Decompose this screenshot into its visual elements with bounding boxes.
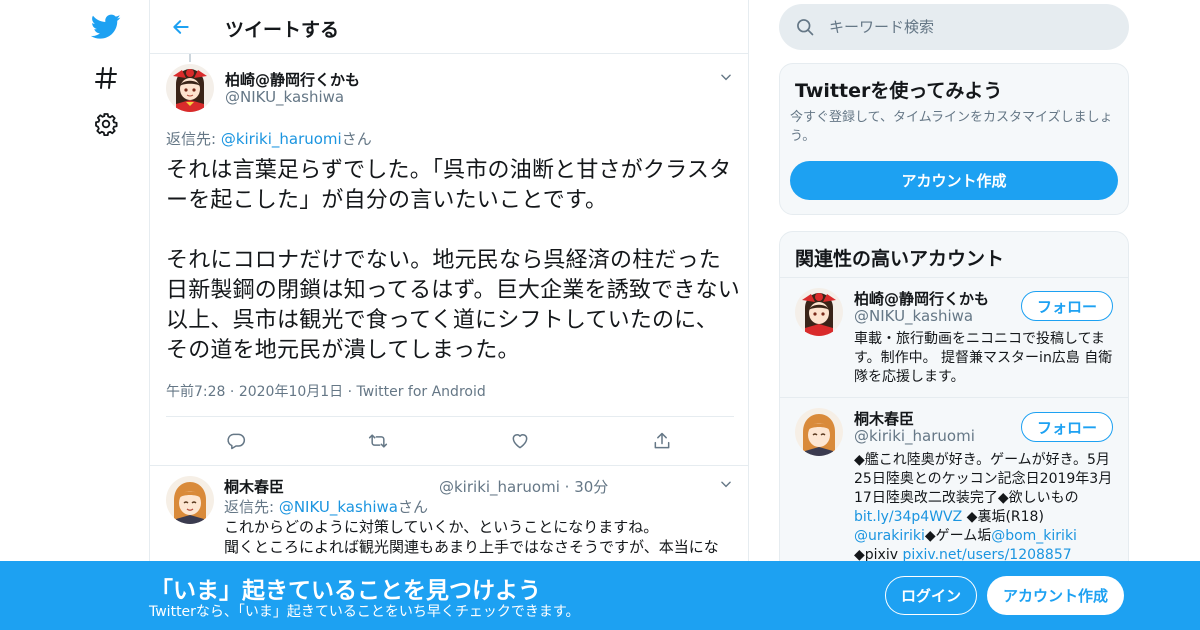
hashtag-icon[interactable] [86, 58, 126, 98]
tweet-author-name[interactable]: 柏崎@静岡行くかも [225, 69, 360, 90]
account-handle[interactable]: @kiriki_haruomi [854, 427, 975, 445]
banner-title: 「いま」起きていることを見つけよう [150, 578, 541, 604]
retweet-button[interactable] [364, 427, 392, 455]
page-header: ツイートする [150, 0, 749, 54]
avatar[interactable] [166, 476, 214, 524]
reply-age[interactable]: 30分 [574, 478, 608, 496]
share-icon [654, 432, 670, 449]
gear-icon[interactable] [86, 104, 126, 144]
avatar[interactable] [795, 288, 843, 336]
avatar[interactable] [795, 408, 843, 456]
banner-subtitle: Twitterなら、「いま」起きていることをいち早くチェックできます。 [149, 604, 580, 620]
signup-card-subtitle: 今すぐ登録して、タイムラインをカスタマイズしましょう。 [790, 110, 1113, 144]
tweet-source: Twitter for Android [356, 384, 486, 400]
create-account-button[interactable]: アカウント作成 [790, 161, 1118, 200]
retweet-icon [368, 434, 388, 448]
account-name[interactable]: 柏崎@静岡行くかも [854, 288, 989, 309]
signup-button[interactable]: アカウント作成 [987, 576, 1124, 615]
bio-text: ◆裏垢(R18) [962, 509, 1044, 525]
bio-text: ◆艦これ陸奥が好き。ゲームが好き。5月25日陸奥とのケッコン記念日2019年3月… [854, 452, 1113, 506]
page-title: ツイートする [225, 19, 340, 41]
divider [780, 277, 1128, 278]
reply-text: これからどのように対策していくか、ということになりますね。 聞くところによれば観… [224, 518, 719, 556]
divider [780, 397, 1128, 398]
search-icon [797, 19, 814, 36]
twitter-bird-icon[interactable] [86, 7, 126, 47]
tweet-date[interactable]: 2020年10月1日 [239, 384, 343, 400]
like-button[interactable] [506, 427, 534, 455]
reply-suffix: さん [397, 498, 428, 516]
reply-context: 返信先: @NIKU_kashiwaさん [224, 496, 428, 517]
signup-banner: 「いま」起きていることを見つけよう Twitterなら、「いま」起きていることを… [0, 561, 1200, 630]
reply-author-name[interactable]: 桐木春臣 [224, 476, 284, 497]
tweet-meta: 午前7:28 · 2020年10月1日 · Twitter for Androi… [166, 384, 486, 400]
reply-author-meta: @kiriki_haruomi · 30分 [439, 478, 609, 496]
tweet-time[interactable]: 午前7:28 [166, 384, 225, 400]
chevron-down-icon[interactable] [716, 474, 736, 494]
bio-link[interactable]: @urakiriki [854, 528, 925, 544]
follow-button[interactable]: フォロー [1021, 412, 1113, 442]
back-button[interactable] [166, 12, 196, 42]
reply-to-link[interactable]: @NIKU_kashiwa [279, 498, 398, 516]
reply-context: 返信先: @kiriki_haruomiさん [166, 128, 372, 149]
divider [166, 416, 734, 417]
bio-text: ◆ゲーム垢 [924, 528, 992, 544]
reply-prefix: 返信先: [166, 130, 221, 148]
page-root: ツイートする 柏崎@静岡行くかも @NIKU_kashiwa 返信先: @kir… [0, 0, 1200, 630]
related-accounts-title: 関連性の高いアカウント [795, 248, 1005, 270]
chevron-down-icon[interactable] [716, 67, 736, 87]
share-button[interactable] [648, 427, 676, 455]
bio-link[interactable]: bit.ly/34p4WVZ [854, 509, 962, 525]
search-box[interactable] [779, 4, 1129, 50]
arrow-left-icon [173, 20, 189, 34]
comment-icon [227, 433, 246, 450]
avatar[interactable] [166, 64, 214, 112]
reply-button[interactable] [222, 427, 250, 455]
reply-author-handle[interactable]: @kiriki_haruomi [439, 478, 560, 496]
heart-icon [512, 434, 528, 449]
login-button[interactable]: ログイン [885, 576, 977, 615]
reply-suffix: さん [341, 130, 372, 148]
signup-card-title: Twitterを使ってみよう [795, 80, 1003, 102]
account-bio: 車載・旅行動画をニコニコで投稿してます。制作中。 提督兼マスターin広島 自衛隊… [854, 331, 1113, 385]
account-name[interactable]: 桐木春臣 [854, 408, 914, 429]
account-handle[interactable]: @NIKU_kashiwa [854, 307, 973, 325]
signup-card: Twitterを使ってみよう 今すぐ登録して、タイムラインをカスタマイズしましょ… [779, 63, 1129, 215]
related-accounts-card: 関連性の高いアカウント 柏崎@静岡行くかも @NIKU_kashiwa フォロー… [779, 231, 1129, 591]
divider [150, 465, 749, 466]
follow-button[interactable]: フォロー [1021, 291, 1113, 321]
tweet-author-handle[interactable]: @NIKU_kashiwa [225, 88, 344, 106]
search-input[interactable] [829, 14, 1109, 40]
account-bio: ◆艦これ陸奥が好き。ゲームが好き。5月25日陸奥とのケッコン記念日2019年3月… [854, 451, 1116, 565]
thread-line [189, 54, 191, 62]
main-column: ツイートする 柏崎@静岡行くかも @NIKU_kashiwa 返信先: @kir… [149, 0, 749, 630]
reply-prefix: 返信先: [224, 498, 279, 516]
tweet-text: それは言葉足らずでした。「呉市の油断と甘さがクラスターを起こした」が自分の言いた… [166, 158, 740, 363]
reply-to-link[interactable]: @kiriki_haruomi [221, 130, 342, 148]
bio-link[interactable]: @bom_kiriki [991, 528, 1077, 544]
